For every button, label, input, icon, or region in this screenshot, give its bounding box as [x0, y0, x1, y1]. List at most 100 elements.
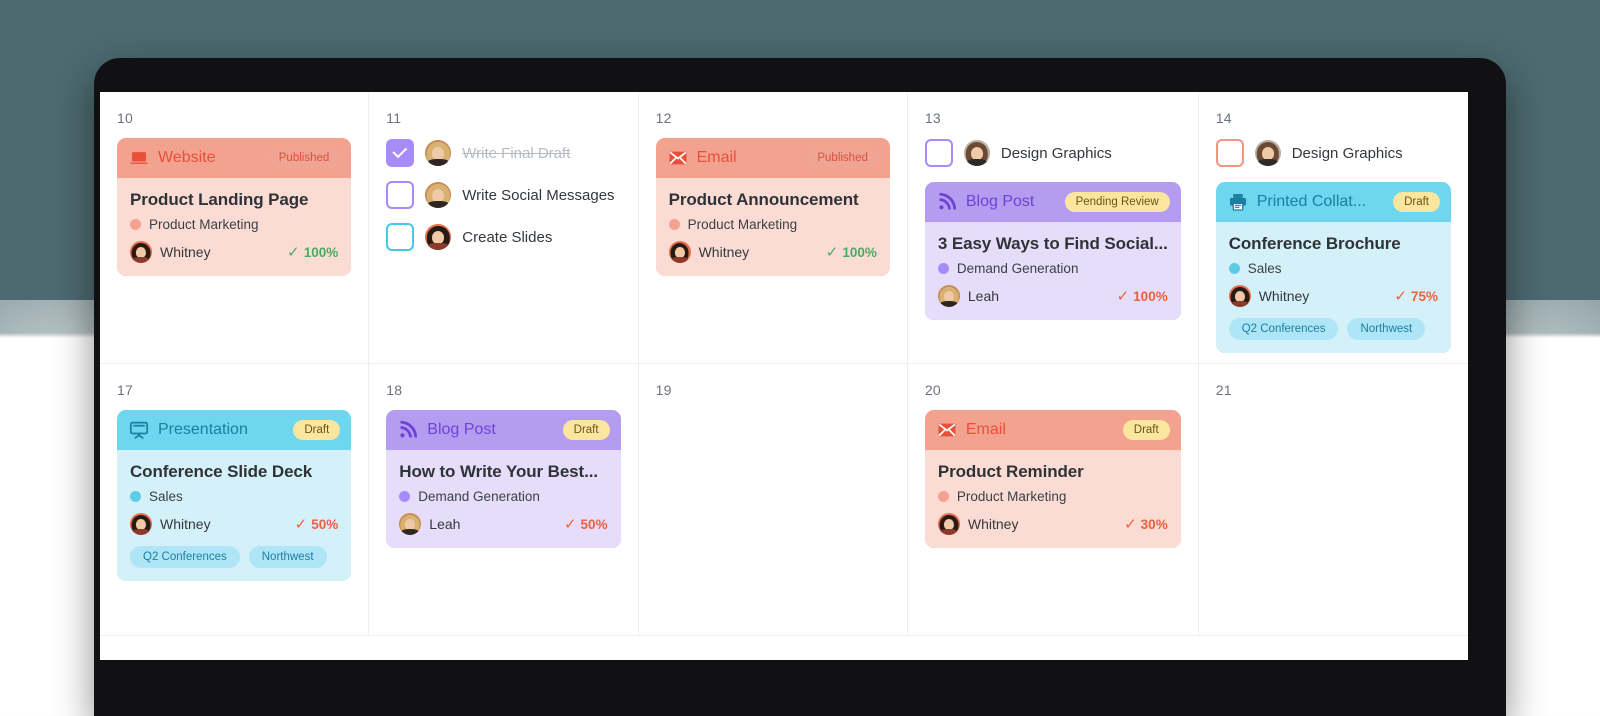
card-body: Conference Slide Deck Sales Whitney ✓ 50% Q2 …	[117, 450, 352, 581]
card-type-label: Presentation	[158, 421, 248, 438]
day-number: 11	[386, 110, 402, 126]
envelope-icon	[938, 423, 956, 437]
campaign-row: Demand Generation	[937, 261, 1168, 276]
campaign-row: Product Marketing	[937, 489, 1168, 504]
task-row[interactable]: Create Slides	[386, 222, 620, 252]
card-title: Product Reminder	[937, 462, 1084, 481]
card-owner: Leah	[399, 513, 460, 535]
tag-pill[interactable]: Northwest	[248, 546, 327, 568]
progress-indicator: ✓ 30%	[1124, 515, 1168, 533]
card-body: Product Announcement Product Marketing Whi…	[655, 178, 890, 276]
card-type-label: Printed Collat...	[1256, 193, 1367, 210]
check-icon: ✓	[287, 244, 300, 261]
task-checkbox[interactable]	[386, 139, 415, 167]
envelope-icon	[669, 151, 687, 165]
card-title: Product Announcement	[668, 190, 859, 209]
day-cell-12[interactable]: 12 Email Published Product Announcement Prod…	[638, 92, 908, 364]
card-header: Presentation Draft	[117, 410, 351, 450]
tag-row: Q2 Conferences Northwest	[1228, 318, 1438, 340]
card-owner: Whitney	[130, 241, 211, 263]
card-meta-row: Leah ✓ 50%	[399, 513, 608, 535]
task-row[interactable]: Write Social Messages	[386, 180, 620, 210]
day-cell-11[interactable]: 11 Write Final Draft Write Social Messages…	[369, 92, 639, 364]
day-cell-21[interactable]: 21	[1198, 364, 1468, 636]
day-cell-10[interactable]: 10 Website Published Product Landing Page Pr…	[100, 92, 370, 364]
card-meta-row: Whitney ✓ 75%	[1228, 285, 1438, 307]
card-owner: Whitney	[1228, 285, 1310, 307]
task-checkbox[interactable]	[1215, 139, 1244, 167]
printer-icon	[1229, 194, 1246, 211]
campaign-name: Sales	[149, 489, 183, 504]
check-icon: ✓	[563, 516, 577, 533]
status-badge: Published	[267, 148, 341, 168]
task-checkbox[interactable]	[924, 139, 953, 167]
tag-pill[interactable]: Q2 Conferences	[130, 546, 240, 568]
avatar-designer	[1254, 140, 1281, 166]
day-cell-13[interactable]: 13 Design Graphics Blog Post Pending Review…	[907, 92, 1199, 364]
calendar-grid: 10 Website Published Product Landing Page Pr…	[100, 92, 1468, 660]
day-cell-14[interactable]: 14 Design Graphics Printed Collat... Draft C…	[1198, 92, 1468, 364]
campaign-color-dot	[399, 491, 411, 502]
day-cell-19[interactable]: 19	[638, 364, 908, 636]
content-card[interactable]: Blog Post Pending Review 3 Easy Ways to Fi…	[924, 182, 1181, 320]
task-row[interactable]: Design Graphics	[924, 138, 1181, 168]
card-owner: Whitney	[937, 513, 1018, 535]
campaign-name: Demand Generation	[418, 489, 540, 504]
status-badge: Published	[806, 148, 879, 168]
card-meta-row: Whitney ✓ 100%	[668, 241, 877, 263]
card-title: How to Write Your Best...	[399, 462, 598, 481]
tag-pill[interactable]: Northwest	[1347, 318, 1426, 340]
campaign-row: Sales	[130, 489, 338, 504]
progress-indicator: ✓ 75%	[1394, 287, 1438, 305]
campaign-row: Sales	[1228, 261, 1438, 276]
avatar-whitney	[668, 241, 691, 263]
day-cell-17[interactable]: 17 Presentation Draft Conference Slide Deck…	[100, 364, 370, 636]
campaign-color-dot	[130, 491, 141, 502]
task-label: Write Final Draft	[462, 144, 571, 162]
card-header: Email Published	[656, 138, 890, 178]
owner-name: Whitney	[160, 244, 211, 260]
avatar-designer	[963, 140, 990, 166]
tag-pill[interactable]: Q2 Conferences	[1228, 318, 1339, 340]
campaign-row: Product Marketing	[668, 217, 877, 232]
task-label: Create Slides	[462, 228, 553, 246]
card-header: Blog Post Pending Review	[925, 182, 1181, 222]
content-card[interactable]: Email Published Product Announcement Produc…	[655, 138, 890, 276]
content-card[interactable]: Website Published Product Landing Page Prod…	[117, 138, 352, 276]
status-badge: Draft	[562, 420, 610, 440]
card-owner: Whitney	[130, 513, 211, 535]
content-card[interactable]: Printed Collat... Draft Conference Brochur…	[1215, 182, 1451, 353]
progress-indicator: ✓ 50%	[295, 515, 339, 533]
campaign-color-dot	[937, 263, 949, 274]
avatar-leah	[399, 513, 422, 535]
campaign-color-dot	[937, 491, 949, 502]
day-cell-20[interactable]: 20 Email Draft Product Reminder Product Mark…	[907, 364, 1199, 636]
progress-value: 100%	[303, 244, 339, 260]
day-cell-18[interactable]: 18 Blog Post Draft How to Write Your Best..…	[369, 364, 639, 636]
task-row[interactable]: Write Final Draft	[386, 138, 620, 168]
check-icon: ✓	[294, 516, 308, 533]
content-card[interactable]: Email Draft Product Reminder Product Market…	[924, 410, 1181, 548]
avatar-leah	[937, 285, 960, 307]
progress-indicator: ✓ 100%	[826, 243, 877, 261]
avatar-whitney	[130, 241, 152, 263]
task-label: Write Social Messages	[462, 186, 615, 204]
content-card[interactable]: Blog Post Draft How to Write Your Best... D…	[386, 410, 621, 548]
task-row[interactable]: Design Graphics	[1215, 138, 1451, 168]
task-label: Design Graphics	[1291, 144, 1403, 162]
day-number: 14	[1215, 110, 1232, 126]
card-title: 3 Easy Ways to Find Social...	[937, 234, 1168, 253]
progress-value: 50%	[580, 516, 608, 532]
day-number: 17	[117, 382, 133, 398]
day-number: 18	[386, 382, 403, 398]
calendar-screen: 10 Website Published Product Landing Page Pr…	[100, 92, 1468, 660]
laptop-icon	[130, 152, 148, 164]
progress-indicator: ✓ 50%	[564, 515, 608, 533]
owner-name: Whitney	[1258, 288, 1310, 304]
campaign-color-dot	[130, 219, 141, 230]
tag-row: Q2 Conferences Northwest	[130, 546, 338, 568]
task-checkbox[interactable]	[386, 223, 415, 251]
status-badge: Draft	[1122, 420, 1170, 440]
task-checkbox[interactable]	[386, 181, 415, 209]
content-card[interactable]: Presentation Draft Conference Slide Deck Sa…	[117, 410, 352, 581]
